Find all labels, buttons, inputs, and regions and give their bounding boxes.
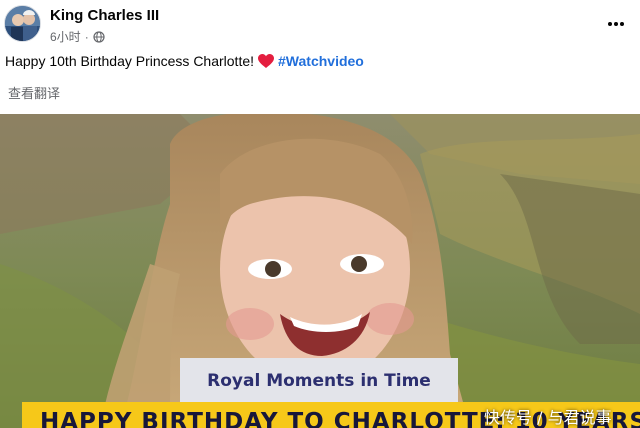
post-message-text: Happy 10th Birthday Princess Charlotte! xyxy=(5,53,255,69)
hashtag-link[interactable]: #Watchvideo xyxy=(278,53,364,69)
video-caption: Royal Moments in Time xyxy=(207,371,431,391)
post-video[interactable]: Royal Moments in Time HAPPY BIRTHDAY TO … xyxy=(0,114,640,428)
watermark: 快传号 / 与君说事 xyxy=(484,408,612,427)
see-translation-link[interactable]: 查看翻译 xyxy=(8,83,60,102)
post-time[interactable]: 6小时 xyxy=(50,28,81,45)
post-meta: 6小时 · xyxy=(50,28,105,45)
globe-icon xyxy=(93,30,105,43)
post-header: King Charles III 6小时 · xyxy=(0,0,640,48)
author-name[interactable]: King Charles III xyxy=(50,7,159,24)
avatar-image xyxy=(5,6,40,41)
post-message: Happy 10th Birthday Princess Charlotte! … xyxy=(5,53,364,69)
video-caption-box: Royal Moments in Time xyxy=(180,358,458,404)
author-avatar[interactable] xyxy=(4,5,41,42)
more-dots-icon xyxy=(608,22,624,26)
meta-separator: · xyxy=(84,29,89,44)
more-options-button[interactable] xyxy=(600,8,632,40)
red-heart-icon xyxy=(258,53,275,68)
